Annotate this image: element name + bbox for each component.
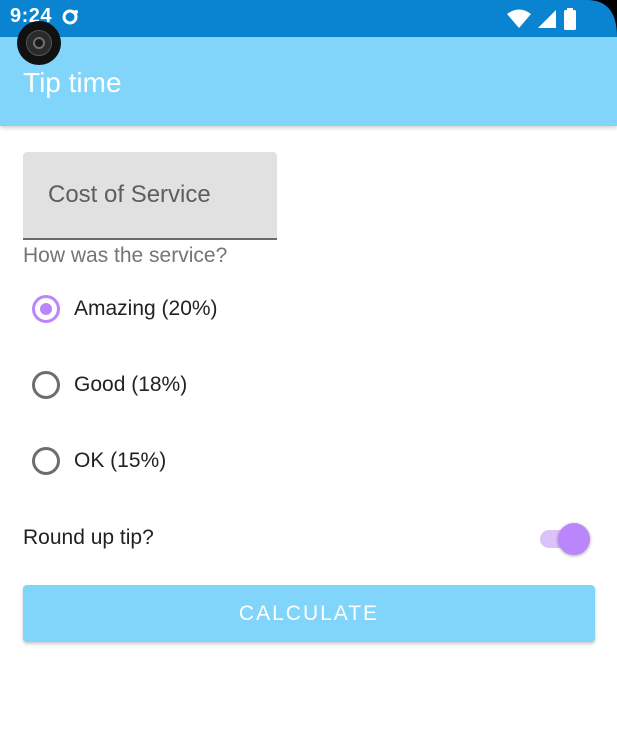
battery-icon: [564, 8, 576, 30]
cost-of-service-field[interactable]: [23, 152, 277, 240]
option-amazing[interactable]: Amazing (20%): [32, 292, 218, 326]
radio-checked-icon[interactable]: [32, 295, 60, 323]
cost-of-service-input[interactable]: [23, 152, 277, 238]
radio-unchecked-icon[interactable]: [32, 371, 60, 399]
switch-thumb[interactable]: [558, 523, 590, 555]
calculate-button[interactable]: CALCULATE: [23, 585, 595, 642]
service-question: How was the service?: [23, 244, 228, 267]
option-good[interactable]: Good (18%): [32, 368, 187, 402]
camera-lens: [33, 37, 45, 49]
radio-dot: [40, 303, 52, 315]
status-bar: 9:24: [0, 0, 617, 37]
option-ok[interactable]: OK (15%): [32, 444, 166, 478]
app-bar: Tip time: [0, 37, 617, 126]
status-icons: [507, 8, 577, 30]
app-title: Tip time: [23, 67, 122, 98]
notification-icon: [62, 9, 78, 25]
signal-icon: [538, 10, 556, 28]
option-good-label: Good (18%): [74, 373, 188, 396]
camera-icon: [17, 21, 61, 65]
option-ok-label: OK (15%): [74, 449, 167, 472]
round-up-switch[interactable]: [538, 522, 592, 555]
radio-unchecked-icon[interactable]: [32, 447, 60, 475]
screen-corner: [587, 0, 617, 37]
option-amazing-label: Amazing (20%): [74, 297, 218, 320]
wifi-icon: [507, 9, 531, 28]
round-up-label: Round up tip?: [23, 526, 154, 549]
